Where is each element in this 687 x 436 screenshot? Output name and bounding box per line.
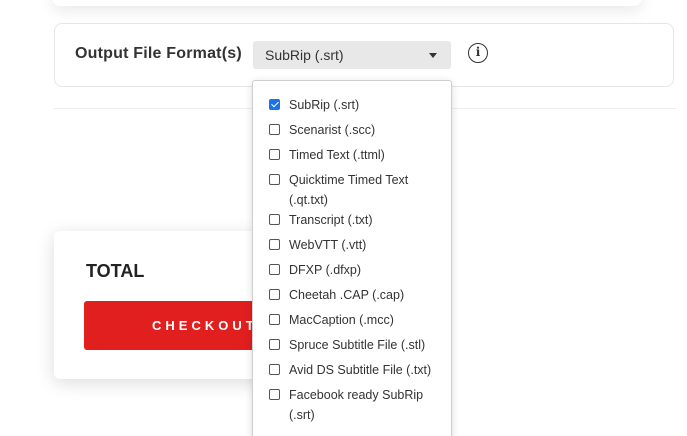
- output-format-selected-value: SubRip (.srt): [265, 47, 344, 63]
- format-option-timed-text[interactable]: Timed Text (.ttml): [253, 145, 451, 170]
- checkbox[interactable]: [269, 314, 280, 325]
- checkbox[interactable]: [269, 214, 280, 225]
- checkbox[interactable]: [269, 289, 280, 300]
- total-label: TOTAL: [86, 261, 145, 281]
- format-option-label: Facebook ready SubRip (.srt): [289, 388, 424, 422]
- previous-card: [52, 0, 642, 6]
- format-option-spruce[interactable]: Spruce Subtitle File (.stl): [253, 335, 451, 360]
- output-format-card: Output File Format(s) SubRip (.srt) i: [54, 23, 674, 87]
- checkbox[interactable]: [269, 364, 280, 375]
- format-option-subrip[interactable]: SubRip (.srt): [253, 95, 451, 120]
- checkbox[interactable]: [269, 174, 280, 185]
- format-option-scenarist[interactable]: Scenarist (.scc): [253, 120, 451, 145]
- format-option-cheetah[interactable]: Cheetah .CAP (.cap): [253, 285, 451, 310]
- checkbox[interactable]: [269, 239, 280, 250]
- format-option-transcript[interactable]: Transcript (.txt): [253, 210, 451, 235]
- format-option-label: Scenarist (.scc): [289, 123, 376, 137]
- checkbox[interactable]: [269, 99, 280, 110]
- format-option-dfxp[interactable]: DFXP (.dfxp): [253, 260, 451, 285]
- format-option-label: Quicktime Timed Text (.qt.txt): [289, 173, 409, 207]
- format-option-label: Timed Text (.ttml): [289, 148, 385, 162]
- format-option-label: Avid DS Subtitle File (.txt): [289, 363, 432, 377]
- format-option-label: WebVTT (.vtt): [289, 238, 367, 252]
- format-option-label: Cheetah .CAP (.cap): [289, 288, 405, 302]
- output-format-label: Output File Format(s): [75, 45, 242, 62]
- format-option-quicktime[interactable]: Quicktime Timed Text (.qt.txt): [253, 170, 451, 210]
- format-option-label: SubRip (.srt): [289, 98, 360, 112]
- format-option-label: Spruce Subtitle File (.stl): [289, 338, 426, 352]
- checkbox[interactable]: [269, 149, 280, 160]
- format-option-webvtt[interactable]: WebVTT (.vtt): [253, 235, 451, 260]
- checkbox[interactable]: [269, 389, 280, 400]
- info-icon[interactable]: i: [468, 43, 488, 63]
- checkbox[interactable]: [269, 124, 280, 135]
- format-option-label: Transcript (.txt): [289, 213, 373, 227]
- checkbox[interactable]: [269, 339, 280, 350]
- output-format-dropdown-list: SubRip (.srt) Scenarist (.scc) Timed Tex…: [252, 80, 452, 436]
- format-option-label: MacCaption (.mcc): [289, 313, 394, 327]
- checkbox[interactable]: [269, 264, 280, 275]
- format-option-facebook-subrip[interactable]: Facebook ready SubRip (.srt): [253, 385, 451, 425]
- format-option-maccaption[interactable]: MacCaption (.mcc): [253, 310, 451, 335]
- caret-down-icon: [429, 53, 437, 58]
- page: Output File Format(s) SubRip (.srt) i TO…: [0, 0, 687, 436]
- format-option-avid-ds[interactable]: Avid DS Subtitle File (.txt): [253, 360, 451, 385]
- output-format-select[interactable]: SubRip (.srt): [253, 41, 451, 69]
- format-option-label: DFXP (.dfxp): [289, 263, 362, 277]
